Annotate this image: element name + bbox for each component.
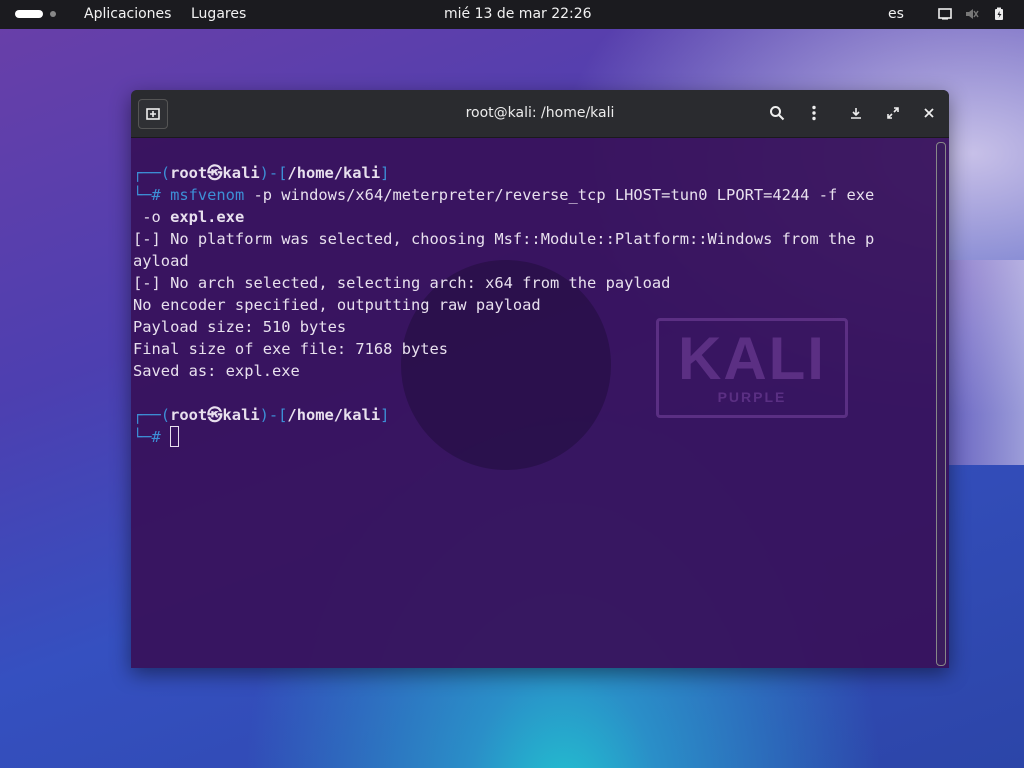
window-title: root@kali: /home/kali (465, 105, 615, 121)
top-panel: Aplicaciones Lugares mié 13 de mar 22:26… (0, 0, 1024, 29)
command-line: └─# msfvenom -p windows/x64/meterpreter/… (133, 186, 875, 204)
prompt-line-2: ┌──(root㉿kali)-[/home/kali] (133, 406, 390, 424)
volume-muted-icon[interactable] (965, 7, 979, 21)
applications-menu[interactable]: Aplicaciones (84, 6, 171, 22)
keyboard-language[interactable]: es (888, 6, 904, 22)
command-line-wrap: -o expl.exe (133, 208, 245, 226)
battery-icon[interactable] (993, 7, 1007, 21)
output-line: [-] No platform was selected, choosing M… (133, 230, 875, 248)
workspace-dot[interactable] (50, 11, 56, 17)
activities-indicator[interactable] (15, 10, 43, 18)
places-menu[interactable]: Lugares (191, 6, 246, 22)
output-line: Final size of exe file: 7168 bytes (133, 340, 449, 358)
window-titlebar[interactable]: root@kali: /home/kali (131, 90, 949, 138)
clock[interactable]: mié 13 de mar 22:26 (444, 6, 592, 22)
scrollbar[interactable] (936, 142, 946, 666)
minimize-icon[interactable] (847, 104, 865, 122)
terminal-window[interactable]: root@kali: /home/kali KALI PURPLE ┌──(ro… (131, 90, 949, 668)
output-line: Saved as: expl.exe (133, 362, 300, 380)
input-prompt-line[interactable]: └─# (133, 426, 180, 448)
output-line: No encoder specified, outputting raw pay… (133, 296, 541, 314)
output-line: [-] No arch selected, selecting arch: x6… (133, 274, 671, 292)
search-icon[interactable] (768, 104, 786, 122)
prompt-line-1: ┌──(root㉿kali)-[/home/kali] (133, 164, 390, 182)
text-cursor (170, 426, 180, 447)
maximize-icon[interactable] (884, 104, 902, 122)
close-icon[interactable] (920, 104, 938, 122)
display-icon[interactable] (938, 7, 952, 21)
output-line: ayload (133, 252, 189, 270)
menu-kebab-icon[interactable] (805, 104, 823, 122)
terminal-output[interactable]: ┌──(root㉿kali)-[/home/kali] └─# msfvenom… (131, 138, 931, 668)
output-line: Payload size: 510 bytes (133, 318, 347, 336)
background-window-edge (949, 260, 1024, 465)
